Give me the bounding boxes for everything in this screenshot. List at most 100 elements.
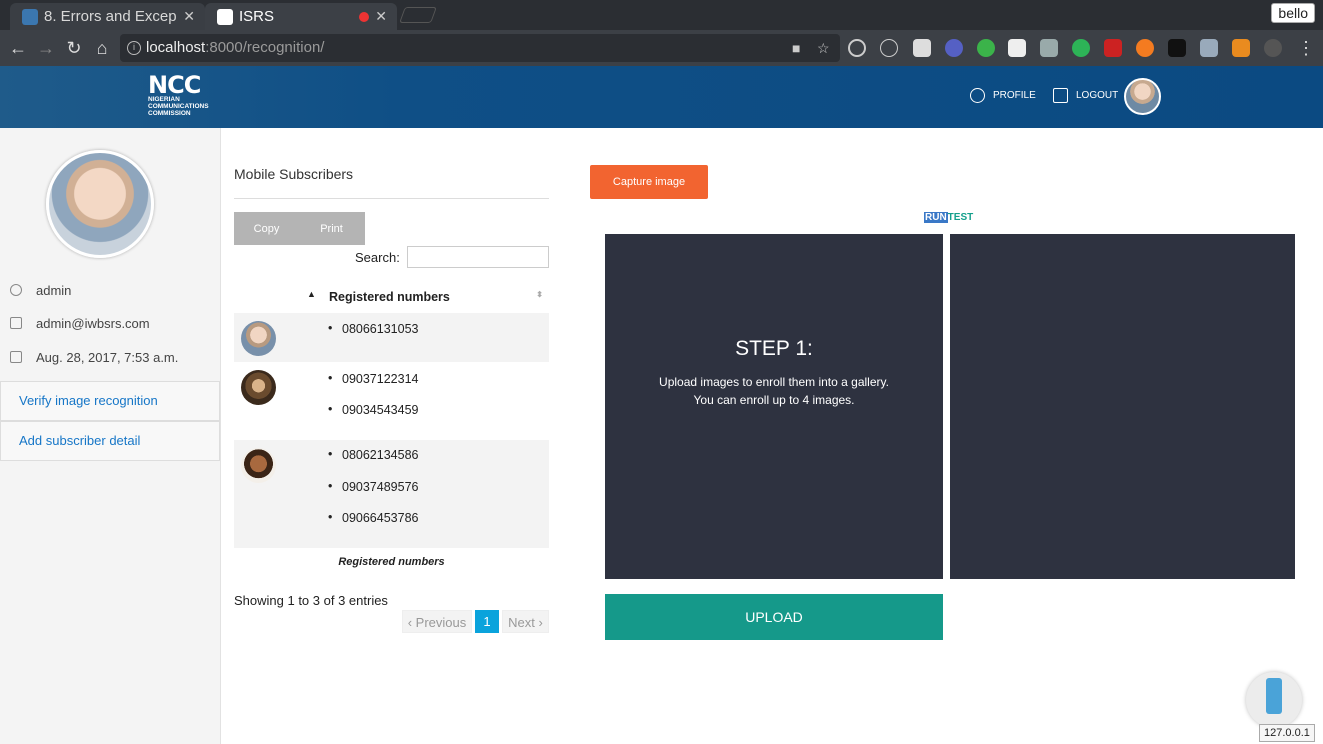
menu-icon[interactable]: ⋮ [1294,36,1318,60]
add-subscriber-link[interactable]: Add subscriber detail [0,421,220,461]
rocket-icon [1053,88,1068,103]
date: Aug. 28, 2017, 7:53 a.m. [36,349,179,365]
avatar[interactable] [1124,78,1161,115]
extension-pen-icon[interactable] [1200,39,1218,57]
close-icon[interactable]: ✕ [375,8,387,25]
user-icon [10,284,22,296]
status-host: 127.0.0.1 [1259,724,1315,742]
ncc-favicon-icon [217,8,233,25]
export-buttons: Copy Print [234,212,365,245]
tab-errors[interactable]: 8. Errors and Excep ✕ [10,3,205,30]
extension-dj-icon[interactable] [1008,39,1026,57]
camera-icon[interactable]: ■ [792,34,800,62]
extension-c-icon[interactable] [1264,39,1282,57]
panel-title: Mobile Subscribers [234,166,354,182]
step-line-1: Upload images to enroll them into a gall… [659,375,889,389]
run-test-label[interactable]: RUNTEST [924,212,973,223]
robot-icon [1266,678,1282,714]
email-row: admin@iwbsrs.com [10,313,150,333]
address-bar[interactable]: i localhost:8000/recognition/ ■ ☆ [120,34,840,62]
profile-link[interactable]: PROFILE [970,88,1036,103]
logout-label: LOGOUT [1076,90,1119,101]
table-info: Showing 1 to 3 of 3 entries [234,593,388,608]
back-icon[interactable]: ← [6,36,30,60]
extension-target-icon[interactable] [848,39,866,57]
browser-toolbar: ← → ↻ ⌂ i localhost:8000/recognition/ ■ … [0,30,1323,66]
close-icon[interactable]: ✕ [183,8,195,25]
list-item: 09066453786 [328,510,419,525]
app-header: NCC NIGERIAN COMMUNICATIONS COMMISSION P… [0,66,1323,128]
search-input[interactable] [407,246,549,268]
logo-text: NCC [148,71,201,99]
recording-icon [359,12,369,22]
extension-red-icon[interactable] [1104,39,1122,57]
list-item: 09037122314 [328,371,419,386]
upload-button[interactable]: UPLOAD [605,594,943,640]
run-label: RUN [924,212,948,223]
extension-evernote-icon[interactable] [1072,39,1090,57]
username-row: admin [10,280,71,300]
sort-asc-icon: ▲ [307,289,316,299]
profile-chip[interactable]: bello [1271,3,1315,23]
extension-dj2-icon[interactable] [1040,39,1058,57]
divider [234,198,549,199]
test-label: TEST [947,212,974,223]
list-item: 09037489576 [328,479,419,494]
list-item: 08062134586 [328,447,419,462]
previous-button[interactable]: ‹ Previous [402,610,472,633]
search-label: Search: [355,250,400,265]
envelope-icon [10,317,22,329]
info-icon[interactable]: i [127,41,141,55]
browser-tab-bar: 8. Errors and Excep ✕ ISRS ✕ bello [0,0,1323,30]
logout-link[interactable]: LOGOUT [1053,88,1118,103]
copy-button[interactable]: Copy [234,223,299,235]
capture-image-button[interactable]: Capture image [590,165,708,199]
tab-isrs[interactable]: ISRS ✕ [205,3,397,30]
step-description: Upload images to enroll them into a gall… [605,373,943,409]
sort-icon: ⬍ [536,290,543,299]
extension-t-icon[interactable] [1232,39,1250,57]
table-header[interactable]: ▲ Registered numbers ⬍ [234,285,549,309]
email: admin@iwbsrs.com [36,315,150,331]
avatar [241,448,276,483]
list-item: 09034543459 [328,402,419,417]
extension-puzzle-icon[interactable] [913,39,931,57]
table-row: 08062134586 09037489576 09066453786 [234,440,549,548]
list-item: 08066131053 [328,321,419,336]
extension-a-icon[interactable] [880,39,898,57]
verify-image-link[interactable]: Verify image recognition [0,381,220,421]
url-path: :8000/recognition/ [205,39,325,56]
profile-label: PROFILE [993,90,1036,101]
profile-icon [970,88,985,103]
reload-icon[interactable]: ↻ [62,36,86,60]
column-header: Registered numbers [329,290,450,304]
username: admin [36,282,72,298]
calendar-icon [10,351,22,363]
tab-title: ISRS [239,8,275,25]
extension-r-icon[interactable] [945,39,963,57]
table-footer: Registered numbers [338,556,445,568]
ncc-logo[interactable]: NCC NIGERIAN COMMUNICATIONS COMMISSION [148,71,216,120]
profile-avatar [46,150,154,258]
sidebar: admin admin@iwbsrs.com Aug. 28, 2017, 7:… [0,128,221,744]
url-host: localhost [146,39,206,56]
results-pane [950,234,1295,579]
new-tab-button[interactable] [399,7,437,23]
avatar [241,321,276,356]
extension-green-icon[interactable] [977,39,995,57]
floating-widget[interactable] [1246,672,1302,728]
logo-line-3: COMMISSION [148,110,191,117]
next-button[interactable]: Next › [502,610,549,633]
star-icon[interactable]: ☆ [817,34,830,62]
forward-icon[interactable]: → [34,36,58,60]
avatar [241,370,276,405]
print-button[interactable]: Print [299,223,364,235]
step-line-2: You can enroll up to 4 images. [693,393,855,407]
date-row: Aug. 28, 2017, 7:53 a.m. [10,347,178,367]
extension-dark-icon[interactable] [1168,39,1186,57]
extension-orange-icon[interactable] [1136,39,1154,57]
tab-title: 8. Errors and Excep [44,8,177,25]
page-1-button[interactable]: 1 [475,610,499,633]
table-row: 08066131053 [234,313,549,362]
home-icon[interactable]: ⌂ [90,36,114,60]
